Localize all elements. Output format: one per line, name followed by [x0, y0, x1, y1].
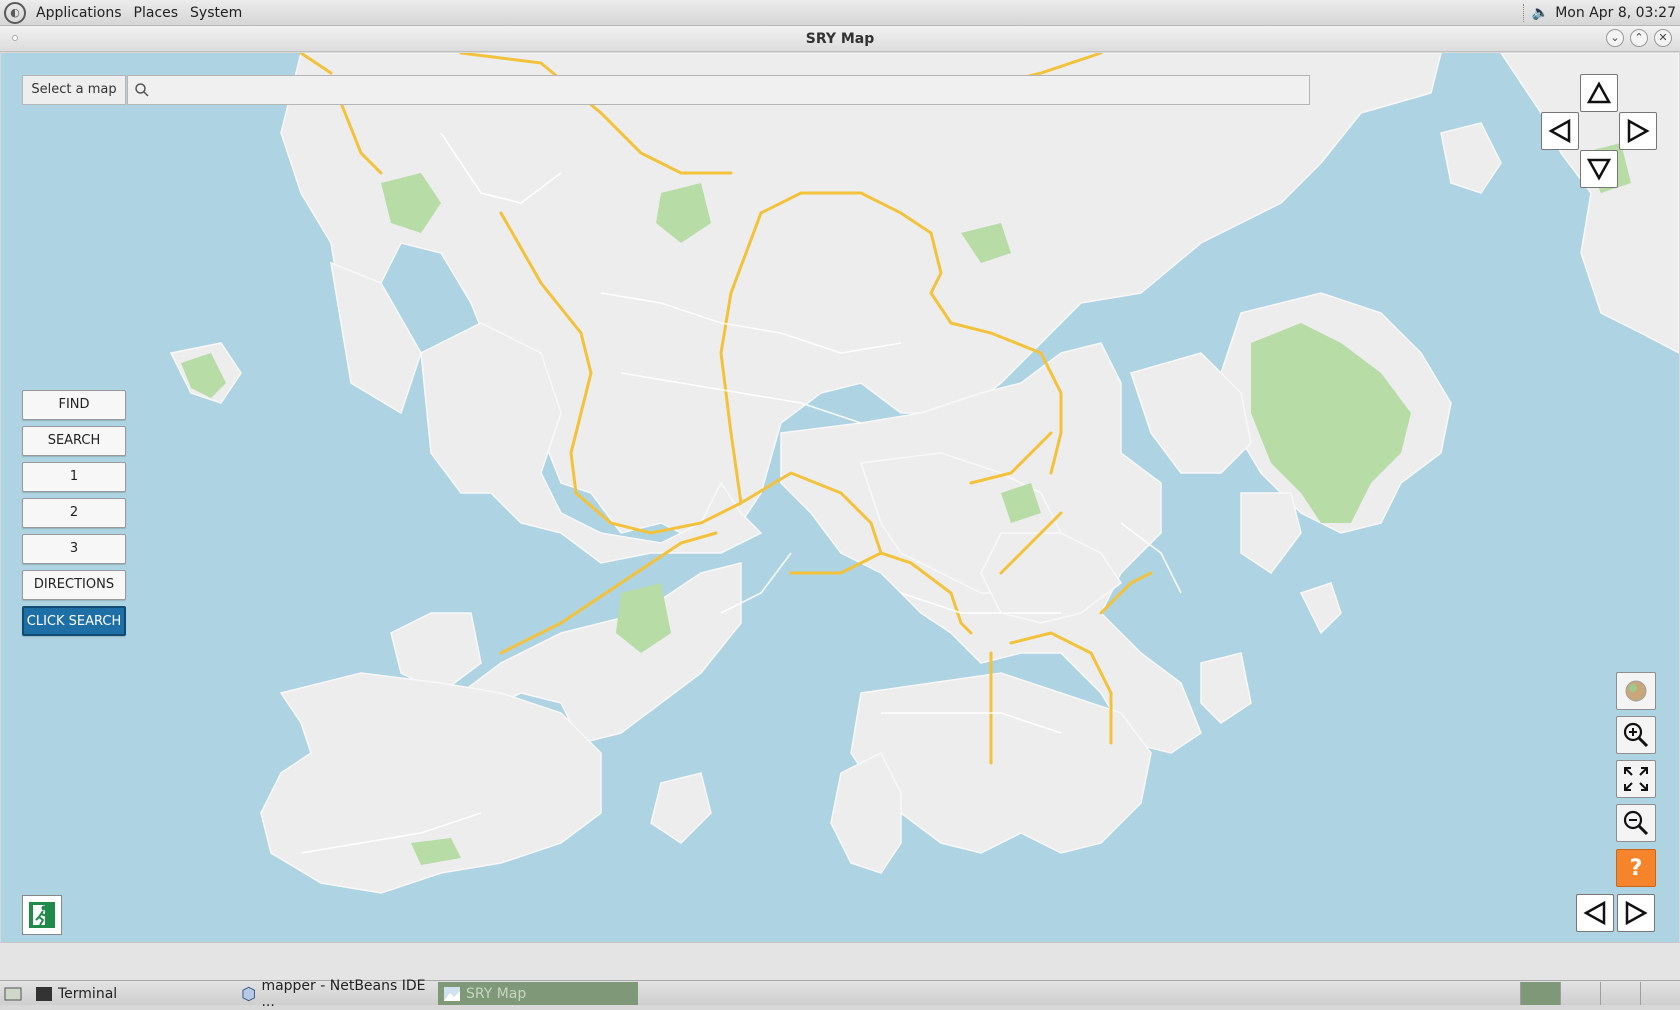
netbeans-icon — [242, 986, 255, 1001]
taskbar-item-netbeans[interactable]: mapper - NetBeans IDE ... — [236, 978, 436, 1010]
window-titlebar: SRY Map ⌄ ⌃ ✕ — [0, 26, 1680, 52]
window-title: SRY Map — [805, 31, 875, 47]
top-panel: ◐ Applications Places System 🔈 Mon Apr 8… — [0, 0, 1680, 26]
directions-button[interactable]: DIRECTIONS — [22, 570, 126, 600]
next-button[interactable] — [1617, 894, 1655, 932]
find-button[interactable]: FIND — [22, 390, 126, 420]
slot-2-button[interactable]: 2 — [22, 498, 126, 528]
pan-right-button[interactable] — [1619, 112, 1657, 150]
pan-down-button[interactable] — [1580, 150, 1618, 188]
status-bar — [0, 942, 1680, 980]
map-canvas[interactable] — [1, 53, 1679, 942]
taskbar: Terminal mapper - NetBeans IDE ... SRY M… — [0, 978, 1680, 1010]
globe-icon — [1625, 680, 1647, 702]
zoom-out-icon — [1623, 810, 1649, 836]
taskbar-label-sry-map: SRY Map — [466, 985, 527, 1002]
slot-1-button[interactable]: 1 — [22, 462, 126, 492]
map-graphic — [169, 53, 1679, 894]
menu-places[interactable]: Places — [128, 5, 185, 21]
search-icon — [135, 83, 149, 97]
exit-button[interactable] — [22, 895, 62, 935]
desktop-icon — [4, 987, 22, 1000]
panel-separator — [1522, 4, 1526, 22]
maximize-button[interactable]: ⌃ — [1630, 29, 1648, 47]
fit-extent-button[interactable] — [1616, 760, 1656, 798]
map-app-icon — [444, 986, 460, 1001]
select-map-button[interactable]: Select a map — [22, 75, 126, 105]
pan-left-button[interactable] — [1541, 112, 1579, 150]
slot-3-button[interactable]: 3 — [22, 534, 126, 564]
triangle-right-icon — [1625, 900, 1648, 926]
click-search-button[interactable]: CLICK SEARCH — [22, 606, 126, 636]
search-button[interactable]: SEARCH — [22, 426, 126, 456]
triangle-left-icon — [1548, 118, 1571, 144]
triangle-down-icon — [1586, 158, 1612, 181]
triangle-left-icon — [1583, 900, 1606, 926]
system-logo-icon[interactable]: ◐ — [4, 1, 26, 24]
taskbar-item-terminal[interactable]: Terminal — [30, 982, 230, 1005]
triangle-right-icon — [1627, 118, 1650, 144]
zoom-in-button[interactable] — [1616, 716, 1656, 754]
menu-applications[interactable]: Applications — [30, 5, 128, 21]
zoom-in-icon — [1623, 722, 1649, 748]
close-button[interactable]: ✕ — [1654, 29, 1672, 47]
clock[interactable]: Mon Apr 8, 03:27 — [1555, 5, 1676, 21]
taskbar-label-terminal: Terminal — [58, 985, 118, 1002]
terminal-icon — [36, 986, 52, 1001]
exit-door-icon — [29, 902, 55, 928]
previous-button[interactable] — [1576, 894, 1614, 932]
menu-system[interactable]: System — [184, 5, 248, 21]
search-input[interactable] — [127, 75, 1310, 105]
help-button[interactable]: ? — [1616, 849, 1656, 887]
zoom-out-button[interactable] — [1616, 804, 1656, 842]
workspace-switcher[interactable] — [1520, 982, 1680, 1005]
workspace-2[interactable] — [1560, 982, 1600, 1005]
workspace-1[interactable] — [1520, 982, 1560, 1005]
pan-up-button[interactable] — [1580, 74, 1618, 112]
volume-icon[interactable]: 🔈 — [1532, 5, 1549, 21]
expand-icon — [1624, 767, 1648, 791]
minimize-button[interactable]: ⌄ — [1606, 29, 1624, 47]
workspace-3[interactable] — [1600, 982, 1640, 1005]
workspace-4[interactable] — [1640, 982, 1680, 1005]
layer-button[interactable] — [1616, 672, 1656, 710]
show-desktop-button[interactable] — [0, 982, 28, 1005]
taskbar-item-sry-map[interactable]: SRY Map — [438, 982, 638, 1005]
window-menu-icon[interactable] — [12, 35, 18, 41]
triangle-up-icon — [1586, 81, 1612, 104]
